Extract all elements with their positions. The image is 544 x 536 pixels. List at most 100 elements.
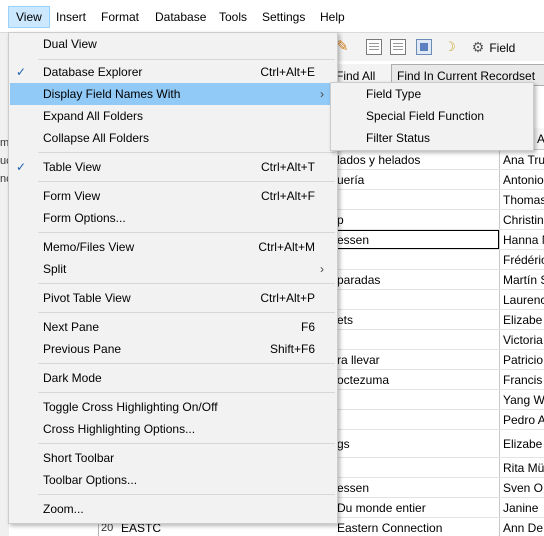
menu-item-previous-pane[interactable]: Previous Pane Shift+F6: [10, 338, 336, 360]
menu-item-short-toolbar[interactable]: Short Toolbar: [10, 447, 336, 469]
contact-name-cell[interactable]: Elizabe: [499, 430, 544, 457]
company-name-cell[interactable]: Du monde entier: [337, 498, 497, 517]
menu-item-label: Next Pane: [43, 320, 100, 334]
menu-item-database-explorer[interactable]: ✓ Database Explorer Ctrl+Alt+E: [10, 61, 336, 83]
menu-separator: [38, 152, 335, 153]
menu-item-form-options[interactable]: Form Options...: [10, 207, 336, 229]
company-name-cell[interactable]: paradas: [337, 270, 497, 289]
contact-name-cell[interactable]: Pedro A: [499, 410, 544, 429]
menu-item-table-view[interactable]: ✓ Table View Ctrl+Alt+T: [10, 156, 336, 178]
menu-item-expand-all-folders[interactable]: Expand All Folders: [10, 105, 336, 127]
submenu-item-special-field-function[interactable]: Special Field Function: [332, 105, 532, 127]
menu-format[interactable]: Format: [94, 6, 146, 28]
menu-item-collapse-all-folders[interactable]: Collapse All Folders: [10, 127, 336, 149]
submenu-item-label: Field Type: [366, 87, 422, 101]
company-name-cell[interactable]: essen: [335, 230, 499, 249]
menu-item-shortcut: F6: [300, 320, 315, 334]
contact-name-cell[interactable]: Hanna M: [499, 230, 544, 249]
contact-name-cell[interactable]: Ann De: [499, 518, 544, 536]
company-name-cell[interactable]: [337, 190, 497, 209]
menu-item-split[interactable]: Split ›: [10, 258, 336, 280]
company-name-cell[interactable]: [337, 250, 497, 269]
menu-item-label: Previous Pane: [43, 342, 122, 356]
menu-bar: View Insert Format Database Tools Settin…: [0, 0, 544, 33]
menu-separator: [38, 392, 335, 393]
menu-item-memo-files-view[interactable]: Memo/Files View Ctrl+Alt+M: [10, 236, 336, 258]
menu-view[interactable]: View: [8, 6, 50, 28]
contact-name-cell[interactable]: Patricio: [499, 350, 544, 369]
menu-item-label: Table View: [43, 160, 101, 174]
menu-item-label: Pivot Table View: [43, 291, 131, 305]
company-name-cell[interactable]: essen: [337, 478, 497, 497]
contact-name-cell[interactable]: Janine: [499, 498, 544, 517]
company-name-cell[interactable]: uería: [337, 170, 497, 189]
contact-name-cell[interactable]: Elizabe: [499, 310, 544, 329]
menu-item-label: Toolbar Options...: [43, 473, 138, 487]
company-name-cell[interactable]: ets: [337, 310, 497, 329]
company-name-cell[interactable]: Eastern Connection: [337, 518, 497, 536]
company-name-cell[interactable]: [337, 458, 497, 477]
menu-item-pivot-table-view[interactable]: Pivot Table View Ctrl+Alt+P: [10, 287, 336, 309]
company-name-cell[interactable]: [337, 330, 497, 349]
company-name-cell[interactable]: gs: [337, 430, 497, 457]
contact-name-cell[interactable]: Martín S: [499, 270, 544, 289]
menu-item-shortcut: Ctrl+Alt+T: [260, 160, 315, 174]
contact-name-cell[interactable]: Frédério: [499, 250, 544, 269]
contact-name-cell[interactable]: Ana Tru: [499, 150, 544, 169]
menu-item-label: Database Explorer: [43, 65, 143, 79]
menu-database[interactable]: Database: [148, 6, 213, 28]
menu-item-toggle-cross-highlighting[interactable]: Toggle Cross Highlighting On/Off: [10, 396, 336, 418]
menu-item-form-view[interactable]: Form View Ctrl+Alt+F: [10, 185, 336, 207]
menu-separator: [38, 181, 335, 182]
gear-icon: ⚙: [471, 39, 485, 55]
display-field-names-submenu: Field Type Special Field Function Filter…: [330, 82, 534, 151]
table-view-icon[interactable]: [366, 39, 382, 55]
menu-settings[interactable]: Settings: [255, 6, 312, 28]
contact-name-cell[interactable]: Antonio: [499, 170, 544, 189]
submenu-item-label: Filter Status: [366, 131, 431, 145]
dark-mode-icon[interactable]: ☽: [444, 39, 460, 55]
company-name-cell[interactable]: p: [337, 210, 497, 229]
field-button-label: Field: [489, 41, 516, 55]
contact-name-cell[interactable]: Thomas: [499, 190, 544, 209]
menu-item-dark-mode[interactable]: Dark Mode: [10, 367, 336, 389]
menu-tools[interactable]: Tools: [212, 6, 254, 28]
menu-item-display-field-names-with[interactable]: Display Field Names With ›: [10, 83, 336, 105]
company-name-cell[interactable]: [337, 290, 497, 309]
menu-help[interactable]: Help: [313, 6, 352, 28]
menu-item-next-pane[interactable]: Next Pane F6: [10, 316, 336, 338]
contact-name-cell[interactable]: Victoria: [499, 330, 544, 349]
submenu-item-field-type[interactable]: Field Type: [332, 83, 532, 105]
contact-name-cell[interactable]: Laurenc: [499, 290, 544, 309]
submenu-item-filter-status[interactable]: Filter Status: [332, 127, 532, 149]
company-name-cell[interactable]: [337, 410, 497, 429]
dual-view-icon[interactable]: [390, 39, 406, 55]
contact-name-cell[interactable]: Yang W: [499, 390, 544, 409]
menu-separator: [38, 59, 335, 60]
menu-separator: [38, 443, 335, 444]
menu-item-zoom[interactable]: Zoom...: [10, 498, 336, 520]
check-icon: ✓: [16, 65, 27, 79]
menu-item-label: Collapse All Folders: [43, 131, 150, 145]
chevron-right-icon: ›: [320, 262, 324, 276]
contact-name-cell[interactable]: Christin: [499, 210, 544, 229]
contact-name-cell[interactable]: Francis: [499, 370, 544, 389]
pencil-icon[interactable]: ✎: [336, 39, 352, 55]
company-name-cell[interactable]: octezuma: [337, 370, 497, 389]
menu-item-label: Toggle Cross Highlighting On/Off: [43, 400, 218, 414]
menu-item-label: Memo/Files View: [43, 240, 135, 254]
menu-item-dual-view[interactable]: Dual View: [10, 33, 336, 55]
contact-name-cell[interactable]: Rita Mü: [499, 458, 544, 477]
field-button[interactable]: ⚙ Field: [470, 37, 516, 57]
menu-item-toolbar-options[interactable]: Toolbar Options...: [10, 469, 336, 491]
column-header[interactable]: A: [537, 132, 544, 146]
company-name-cell[interactable]: lados y helados: [337, 150, 497, 169]
company-name-cell[interactable]: ra llevar: [337, 350, 497, 369]
company-name-cell[interactable]: [337, 390, 497, 409]
contact-name-cell[interactable]: Sven O: [499, 478, 544, 497]
menu-item-cross-highlighting-options[interactable]: Cross Highlighting Options...: [10, 418, 336, 440]
menu-item-label: Dark Mode: [43, 371, 102, 385]
menu-insert[interactable]: Insert: [49, 6, 93, 28]
menu-item-label: Display Field Names With: [43, 87, 181, 101]
form-view-icon[interactable]: [416, 39, 432, 55]
